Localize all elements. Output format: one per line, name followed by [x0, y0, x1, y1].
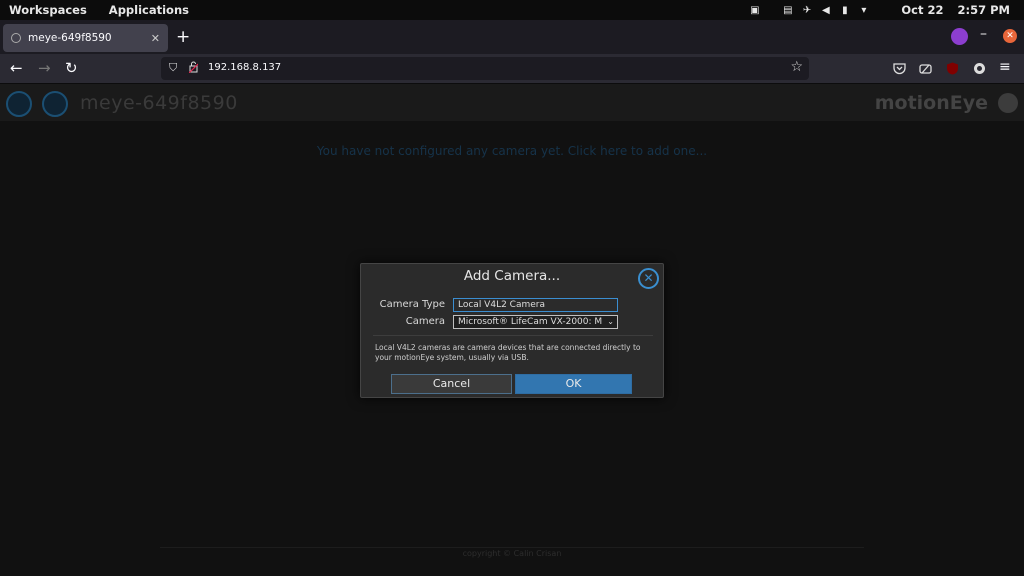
- dialog-title: Add Camera...: [463, 268, 561, 284]
- camera-type-select[interactable]: Local V4L2 Camera: [453, 298, 618, 312]
- sync-account-icon[interactable]: [973, 62, 986, 75]
- back-arrow-icon[interactable]: ←: [10, 59, 23, 77]
- motioneye-header: meye-649f8590 motionEye: [0, 84, 1024, 121]
- camera-label: Camera: [405, 316, 445, 327]
- ublock-icon[interactable]: [946, 62, 959, 75]
- minimize-button[interactable]: –: [980, 26, 987, 42]
- camera-type-description: Local V4L2 cameras are camera devices th…: [375, 343, 641, 362]
- applications-menu[interactable]: Applications: [109, 3, 189, 17]
- browser-tab[interactable]: meye-649f8590 ✕: [3, 24, 168, 52]
- chevron-down-icon: ⌄: [607, 317, 614, 326]
- dialog-divider: [373, 335, 653, 336]
- footer-divider: [160, 547, 864, 548]
- dialog-close-icon[interactable]: ✕: [638, 268, 659, 289]
- add-camera-link[interactable]: You have not configured any camera yet. …: [0, 144, 1024, 158]
- pocket-icon[interactable]: [893, 62, 906, 75]
- insecure-lock-icon[interactable]: [189, 61, 198, 73]
- clock-time[interactable]: 2:57 PM: [958, 3, 1010, 17]
- navigation-toolbar: ← → ↻ ⛉ 192.168.8.137 ☆ ≡: [0, 54, 1024, 84]
- airplane-icon[interactable]: ✈: [801, 5, 812, 16]
- cancel-button[interactable]: Cancel: [391, 374, 512, 394]
- camera-select[interactable]: Microsoft® LifeCam VX-2000: M ⌄: [453, 315, 618, 329]
- new-tab-button[interactable]: +: [176, 27, 190, 47]
- workspaces-button[interactable]: Workspaces: [9, 3, 87, 17]
- hamburger-menu-icon[interactable]: ≡: [999, 59, 1011, 75]
- clock-date[interactable]: Oct 22: [901, 3, 943, 17]
- extension-icon[interactable]: [919, 62, 932, 75]
- bookmark-star-icon[interactable]: ☆: [790, 59, 803, 75]
- volume-icon[interactable]: ◀: [820, 5, 831, 16]
- url-text[interactable]: 192.168.8.137: [208, 62, 281, 73]
- reload-icon[interactable]: ↻: [65, 59, 78, 77]
- shield-icon[interactable]: ⛉: [169, 61, 177, 75]
- chevron-down-icon[interactable]: ▾: [858, 5, 869, 16]
- add-camera-dialog: Add Camera... ✕ Camera Type Local V4L2 C…: [360, 263, 664, 398]
- url-bar[interactable]: ⛉ 192.168.8.137 ☆: [161, 57, 809, 80]
- camera-type-label: Camera Type: [379, 299, 445, 310]
- battery-icon[interactable]: ▮: [839, 5, 850, 16]
- tab-close-icon[interactable]: ✕: [151, 32, 160, 45]
- dashboard-icon[interactable]: ▤: [782, 5, 793, 16]
- owl-logo-icon: [998, 93, 1018, 113]
- footer-copyright: copyright © Calin Crisan: [462, 549, 562, 558]
- settings-menu-icon[interactable]: [6, 91, 32, 117]
- hostname-title: meye-649f8590: [80, 92, 238, 114]
- favicon-icon: [11, 33, 21, 43]
- motioneye-logo-text: motionEye: [874, 92, 988, 114]
- system-top-bar: Workspaces Applications ▣ ▤ ✈ ◀ ▮ ▾ Oct …: [0, 0, 1024, 20]
- screenshare-icon[interactable]: ▣: [749, 5, 760, 16]
- extension-mask-icon[interactable]: [951, 28, 968, 45]
- tab-strip: meye-649f8590 ✕: [0, 20, 1024, 54]
- user-icon[interactable]: [42, 91, 68, 117]
- ok-button[interactable]: OK: [515, 374, 632, 394]
- window-close-button[interactable]: ✕: [1003, 29, 1017, 43]
- tab-title: meye-649f8590: [28, 32, 112, 44]
- camera-select-value: Microsoft® LifeCam VX-2000: M: [458, 317, 603, 327]
- forward-arrow-icon[interactable]: →: [38, 59, 51, 77]
